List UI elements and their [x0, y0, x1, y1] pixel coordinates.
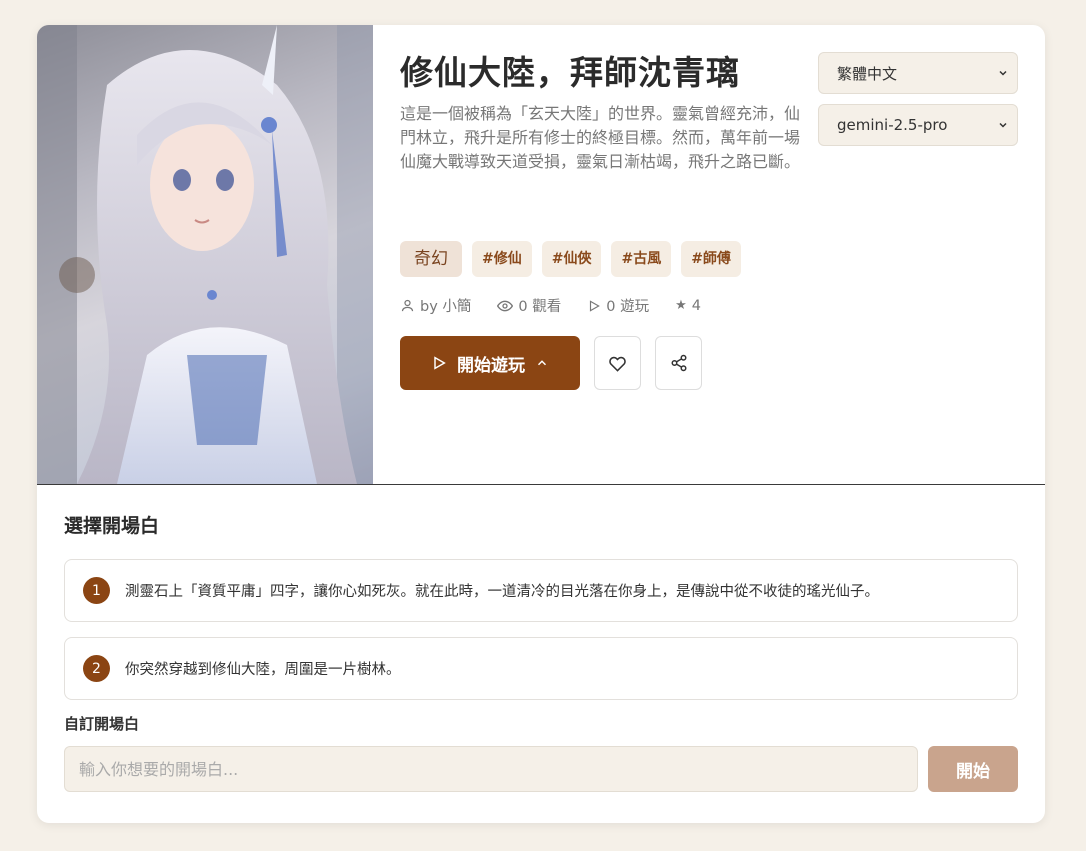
model-select[interactable]: gemini-2.5-pro: [818, 104, 1018, 146]
opening-number: 2: [83, 655, 110, 682]
story-card: 修仙大陸，拜師沈青璃 這是一個被稱為「玄天大陸」的世界。靈氣曾經充沛，仙門林立，…: [37, 25, 1045, 823]
share-button[interactable]: [655, 336, 702, 390]
story-description: 這是一個被稱為「玄天大陸」的世界。靈氣曾經充沛，仙門林立，飛升是所有修士的終極目…: [400, 104, 801, 171]
play-outline-icon: [590, 299, 601, 312]
opening-section: 選擇開場白 1 測靈石上「資質平庸」四字，讓你心如死灰。就在此時，一道清冷的目光…: [64, 513, 1018, 792]
user-icon: [401, 299, 414, 312]
share-icon: [671, 354, 686, 372]
tag-xianxia[interactable]: #仙俠: [541, 241, 602, 277]
custom-opening-label: 自訂開場白: [64, 715, 140, 733]
chevron-down-icon: [999, 70, 1007, 76]
plays-text: 0 遊玩: [606, 299, 650, 315]
views-text: 0 觀看: [518, 299, 562, 315]
chevron-up-icon: [537, 360, 547, 366]
start-play-label: 開始遊玩: [457, 355, 525, 376]
author-meta: by 小簡: [400, 295, 471, 316]
story-title: 修仙大陸，拜師沈青璃: [400, 53, 740, 92]
tag-gufeng[interactable]: #古風: [611, 241, 672, 277]
opening-number: 1: [83, 577, 110, 604]
opening-option-2[interactable]: 2 你突然穿越到修仙大陸，周圍是一片樹林。: [64, 637, 1018, 700]
story-header: 修仙大陸，拜師沈青璃 這是一個被稱為「玄天大陸」的世界。靈氣曾經充沛，仙門林立，…: [37, 25, 1045, 485]
author-text: by 小簡: [420, 299, 472, 315]
settings-selects: 繁體中文 gemini-2.5-pro: [818, 52, 1018, 156]
story-meta: by 小簡 0 觀看 0 遊玩 ★ 4: [400, 295, 701, 316]
views-meta: 0 觀看: [497, 295, 561, 316]
rating-text: 4: [691, 297, 701, 314]
plays-meta: 0 遊玩: [587, 295, 649, 316]
opening-option-1[interactable]: 1 測靈石上「資質平庸」四字，讓你心如死灰。就在此時，一道清冷的目光落在你身上，…: [64, 559, 1018, 622]
opening-text: 你突然穿越到修仙大陸，周圍是一片樹林。: [125, 662, 401, 678]
favorite-button[interactable]: [594, 336, 641, 390]
language-select[interactable]: 繁體中文: [818, 52, 1018, 94]
start-play-button[interactable]: 開始遊玩: [400, 336, 580, 390]
opening-section-title: 選擇開場白: [64, 515, 160, 537]
custom-opening-row: 開始: [64, 746, 1018, 792]
heart-icon: [609, 356, 626, 372]
story-info: 修仙大陸，拜師沈青璃 這是一個被稱為「玄天大陸」的世界。靈氣曾經充沛，仙門林立，…: [400, 49, 820, 174]
opening-text: 測靈石上「資質平庸」四字，讓你心如死灰。就在此時，一道清冷的目光落在你身上，是傳…: [125, 584, 879, 600]
tag-shifu[interactable]: #師傅: [681, 241, 741, 277]
chevron-down-icon: [999, 122, 1007, 128]
genre-tag[interactable]: 奇幻: [400, 241, 462, 277]
rating-meta: ★ 4: [675, 298, 701, 314]
custom-opening-input[interactable]: [64, 746, 918, 792]
start-button[interactable]: 開始: [928, 746, 1018, 792]
language-value: 繁體中文: [837, 64, 898, 83]
star-icon: ★: [675, 298, 687, 313]
cover-image: [37, 25, 373, 484]
tag-list: 奇幻 #修仙 #仙俠 #古風 #師傅: [400, 241, 741, 277]
tag-xiuxian[interactable]: #修仙: [472, 241, 532, 277]
play-icon: [434, 356, 446, 370]
eye-icon: [497, 300, 514, 311]
model-value: gemini-2.5-pro: [837, 116, 948, 134]
action-bar: 開始遊玩: [400, 336, 702, 390]
